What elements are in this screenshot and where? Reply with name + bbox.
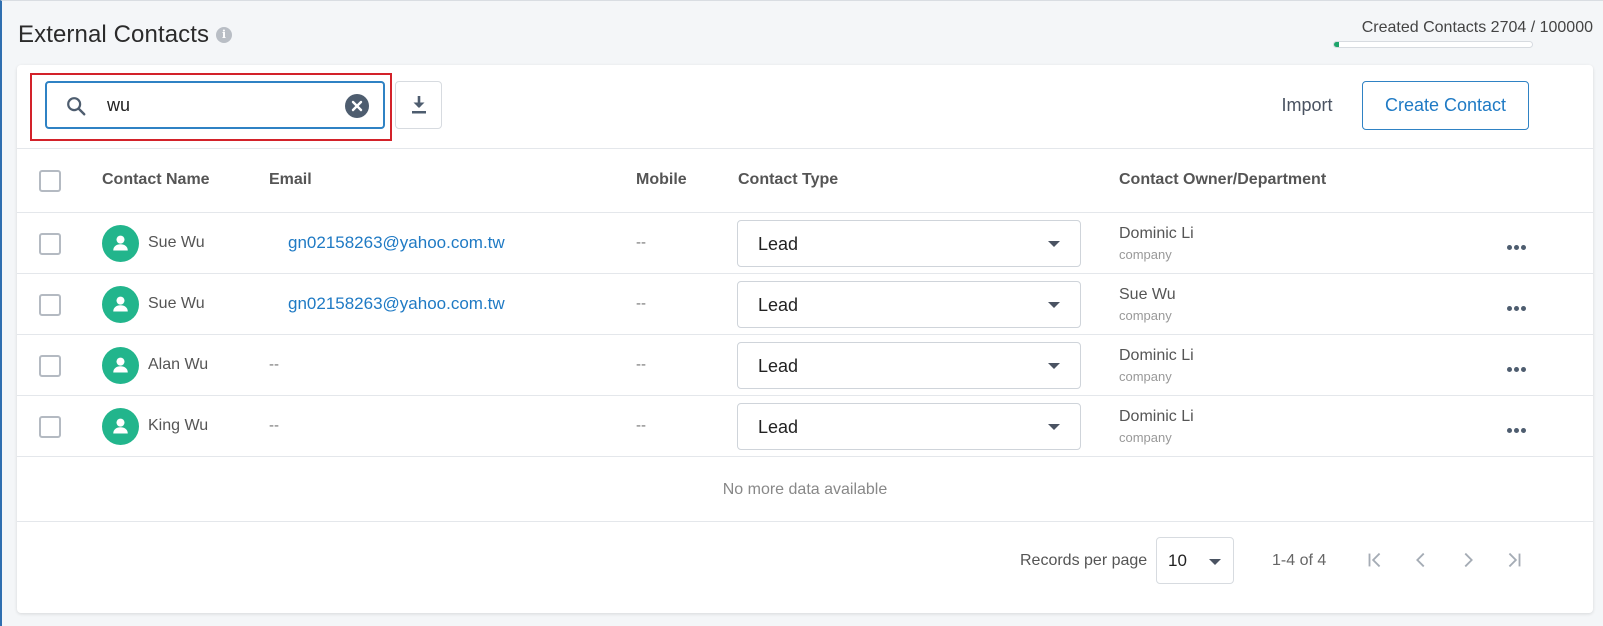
avatar	[102, 408, 139, 445]
first-page-icon[interactable]	[1364, 549, 1386, 571]
contact-name[interactable]: King Wu	[148, 417, 208, 435]
more-actions-icon[interactable]	[1507, 359, 1531, 372]
person-icon	[113, 357, 128, 373]
records-per-page-select[interactable]: 10	[1156, 537, 1234, 584]
contact-type-value: Lead	[758, 417, 799, 437]
clear-circle-icon[interactable]	[345, 94, 369, 118]
no-more-data-message: No more data available	[17, 457, 1593, 522]
column-header-owner[interactable]: Contact Owner/Department	[1119, 171, 1326, 189]
pagination-range: 1-4 of 4	[1272, 552, 1327, 569]
contacts-table: Contact Name Email Mobile Contact Type C…	[17, 149, 1593, 598]
contact-email: --	[269, 417, 279, 434]
search-input[interactable]	[107, 91, 337, 119]
next-page-icon[interactable]	[1457, 549, 1479, 571]
contact-type-value: Lead	[758, 356, 799, 376]
search-icon	[67, 97, 86, 116]
contact-email: --	[269, 356, 279, 373]
info-icon[interactable]: i	[216, 27, 232, 43]
table-row[interactable]: Alan Wu -- -- Lead Dominic Li company	[17, 335, 1593, 396]
person-icon	[113, 235, 128, 251]
create-contact-button[interactable]: Create Contact	[1362, 81, 1529, 130]
avatar	[102, 347, 139, 384]
row-checkbox[interactable]	[39, 294, 61, 316]
contacts-quota: Created Contacts 2704 / 100000	[1333, 19, 1593, 48]
contact-name[interactable]: Alan Wu	[148, 356, 208, 374]
row-checkbox[interactable]	[39, 233, 61, 255]
contact-owner: Dominic Li	[1119, 225, 1194, 242]
quota-label: Created Contacts 2704 / 100000	[1361, 19, 1593, 36]
table-header: Contact Name Email Mobile Contact Type C…	[17, 149, 1593, 213]
more-actions-icon[interactable]	[1507, 237, 1531, 250]
contact-owner: Dominic Li	[1119, 347, 1194, 364]
avatar	[102, 225, 139, 262]
prev-page-icon[interactable]	[1410, 549, 1432, 571]
contact-type-select[interactable]: Lead	[737, 281, 1081, 328]
quota-progress-fill	[1334, 42, 1340, 47]
contact-type-select[interactable]: Lead	[737, 403, 1081, 450]
column-header-mobile[interactable]: Mobile	[636, 171, 687, 189]
records-per-page-value: 10	[1168, 551, 1187, 570]
contact-name[interactable]: Sue Wu	[148, 295, 205, 313]
chevron-down-icon	[1209, 559, 1221, 565]
table-body: Sue Wu gn02158263@yahoo.com.tw -- Lead D…	[17, 213, 1593, 457]
table-row[interactable]: King Wu -- -- Lead Dominic Li company	[17, 396, 1593, 457]
contact-mobile: --	[636, 417, 646, 434]
contacts-card: Import Create Contact Contact Name Email…	[17, 65, 1593, 613]
page-title: External Contacts	[18, 21, 210, 48]
chevron-down-icon	[1048, 241, 1060, 247]
download-icon	[412, 96, 426, 114]
contact-mobile: --	[636, 295, 646, 312]
contact-mobile: --	[636, 356, 646, 373]
import-button[interactable]: Import	[1262, 81, 1352, 129]
chevron-down-icon	[1048, 363, 1060, 369]
page-header: External Contacts i Created Contacts 270…	[18, 19, 1593, 59]
toolbar: Import Create Contact	[17, 65, 1593, 149]
row-checkbox[interactable]	[39, 416, 61, 438]
column-header-name[interactable]: Contact Name	[102, 171, 210, 189]
records-per-page-label: Records per page	[1020, 552, 1148, 569]
contact-owner: Sue Wu	[1119, 286, 1176, 303]
table-row[interactable]: Sue Wu gn02158263@yahoo.com.tw -- Lead S…	[17, 274, 1593, 335]
contact-department: company	[1119, 430, 1172, 445]
contact-type-select[interactable]: Lead	[737, 342, 1081, 389]
download-button[interactable]	[395, 81, 442, 129]
contact-email-link[interactable]: gn02158263@yahoo.com.tw	[288, 294, 505, 314]
contact-department: company	[1119, 308, 1172, 323]
contact-department: company	[1119, 247, 1172, 262]
contact-email-link[interactable]: gn02158263@yahoo.com.tw	[288, 233, 505, 253]
column-header-email[interactable]: Email	[269, 171, 312, 189]
table-row[interactable]: Sue Wu gn02158263@yahoo.com.tw -- Lead D…	[17, 213, 1593, 274]
contact-type-select[interactable]: Lead	[737, 220, 1081, 267]
select-all-checkbox[interactable]	[39, 170, 61, 192]
pagination-footer: Records per page 10 1-4 of 4	[17, 522, 1593, 598]
column-header-type[interactable]: Contact Type	[738, 171, 838, 189]
search-box[interactable]	[45, 81, 385, 129]
row-checkbox[interactable]	[39, 355, 61, 377]
quota-progress-bar	[1333, 41, 1533, 48]
contact-name[interactable]: Sue Wu	[148, 234, 205, 252]
last-page-icon[interactable]	[1503, 549, 1525, 571]
more-actions-icon[interactable]	[1507, 420, 1531, 433]
external-contacts-page: External Contacts i Created Contacts 270…	[0, 0, 1603, 626]
avatar	[102, 286, 139, 323]
contact-department: company	[1119, 369, 1172, 384]
more-actions-icon[interactable]	[1507, 298, 1531, 311]
chevron-down-icon	[1048, 302, 1060, 308]
contact-mobile: --	[636, 234, 646, 251]
contact-type-value: Lead	[758, 234, 799, 254]
person-icon	[113, 418, 128, 434]
person-icon	[113, 296, 128, 312]
chevron-down-icon	[1048, 424, 1060, 430]
contact-type-value: Lead	[758, 295, 799, 315]
contact-owner: Dominic Li	[1119, 408, 1194, 425]
